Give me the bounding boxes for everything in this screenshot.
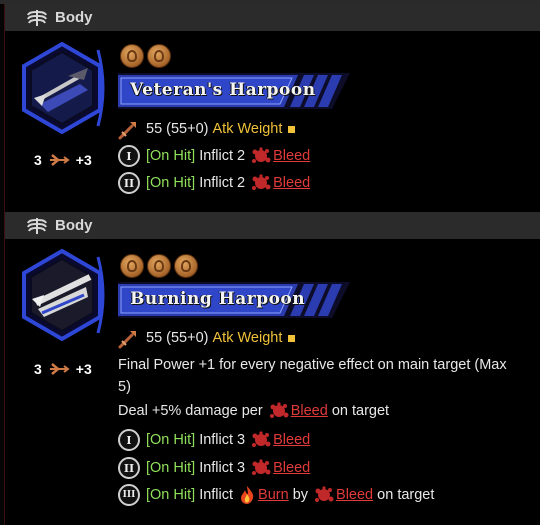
arrow-icon [48, 153, 70, 167]
ribcage-icon [27, 10, 47, 26]
skill-cost: 3 +3 [34, 152, 92, 168]
passive-description: Final Power +1 for every negative effect… [118, 354, 536, 398]
effect-text: Inflict 2 [199, 175, 246, 191]
skill-name-banner: Veteran's Harpoon [118, 73, 350, 109]
coin-icon [147, 254, 171, 278]
blood-splat-icon [251, 147, 271, 165]
skill-name: Veteran's Harpoon [130, 80, 316, 100]
bleed-keyword[interactable]: Bleed [273, 148, 310, 164]
coin-effect-1: I [On Hit] Inflict 2 Bleed [118, 145, 310, 167]
coin-icon [120, 44, 144, 68]
skill-name: Burning Harpoon [130, 289, 306, 309]
effect-text: Inflict [199, 487, 234, 503]
cost-value: 3 [34, 152, 42, 168]
effect-text: Inflict 3 [199, 432, 246, 448]
trigger-tag: [On Hit] [146, 148, 196, 164]
effect-text: Inflict 3 [199, 460, 246, 476]
coin-icon [120, 254, 144, 278]
passive-line: Final Power +1 for every negative effect… [118, 357, 507, 373]
passive-text: on target [331, 403, 390, 419]
attack-value: 55 (55+0) [146, 121, 209, 137]
blood-splat-icon [251, 431, 271, 449]
cost-bonus: +3 [75, 361, 92, 377]
harpoon-attack-icon [118, 118, 140, 140]
coin-row [120, 254, 198, 278]
attack-weight-label: Atk Weight [212, 121, 283, 137]
attack-weight-line: 55 (55+0) Atk Weight [118, 327, 296, 349]
attack-value: 55 (55+0) [146, 330, 209, 346]
burn-keyword[interactable]: Burn [258, 487, 289, 503]
coin-number-icon: II [118, 457, 140, 479]
attack-weight-label: Atk Weight [212, 330, 283, 346]
bleed-keyword[interactable]: Bleed [336, 487, 373, 503]
section-label: Body [55, 9, 93, 26]
skill-name-banner: Burning Harpoon [118, 282, 350, 318]
passive-bleed-line: Deal +5% damage per Bleed on target [118, 402, 389, 420]
skill-cost: 3 +3 [34, 361, 92, 377]
coin-icon [147, 44, 171, 68]
coin-number-icon: II [118, 172, 140, 194]
blood-splat-icon [251, 174, 271, 192]
trigger-tag: [On Hit] [146, 460, 196, 476]
section-header: Body [5, 4, 540, 31]
section-header: Body [5, 212, 540, 239]
coin-effect-3: III [On Hit] Inflict Burn by Bleed on ta… [118, 484, 434, 506]
harpoon-attack-icon [118, 327, 140, 349]
effect-text: on target [377, 487, 435, 503]
coin-effect-2: II [On Hit] Inflict 2 Bleed [118, 172, 310, 194]
skill-emblem[interactable] [14, 40, 110, 136]
coin-icon [174, 254, 198, 278]
section-label: Body [55, 217, 93, 234]
passive-line: 5) [118, 379, 131, 395]
coin-number-icon: I [118, 145, 140, 167]
coin-number-icon: III [118, 484, 140, 506]
coin-number-icon: I [118, 429, 140, 451]
coin-row [120, 44, 171, 68]
attack-weight-line: 55 (55+0) Atk Weight [118, 118, 296, 140]
coin-effect-1: I [On Hit] Inflict 3 Bleed [118, 429, 310, 451]
bleed-keyword[interactable]: Bleed [291, 403, 328, 419]
trigger-tag: [On Hit] [146, 432, 196, 448]
blood-splat-icon [269, 402, 289, 420]
weight-square-icon [288, 125, 296, 133]
flame-icon [239, 486, 255, 504]
bleed-keyword[interactable]: Bleed [273, 432, 310, 448]
cost-value: 3 [34, 361, 42, 377]
bleed-keyword[interactable]: Bleed [273, 460, 310, 476]
effect-text: by [292, 487, 309, 503]
coin-effect-2: II [On Hit] Inflict 3 Bleed [118, 457, 310, 479]
skill-emblem[interactable] [14, 247, 110, 343]
cost-bonus: +3 [75, 152, 92, 168]
weight-square-icon [288, 334, 296, 342]
arrow-icon [48, 362, 70, 376]
effect-text: Inflict 2 [199, 148, 246, 164]
blood-splat-icon [251, 459, 271, 477]
passive-text: Deal +5% damage per [118, 403, 263, 419]
ribcage-icon [27, 218, 47, 234]
trigger-tag: [On Hit] [146, 487, 196, 503]
bleed-keyword[interactable]: Bleed [273, 175, 310, 191]
blood-splat-icon [314, 486, 334, 504]
trigger-tag: [On Hit] [146, 175, 196, 191]
